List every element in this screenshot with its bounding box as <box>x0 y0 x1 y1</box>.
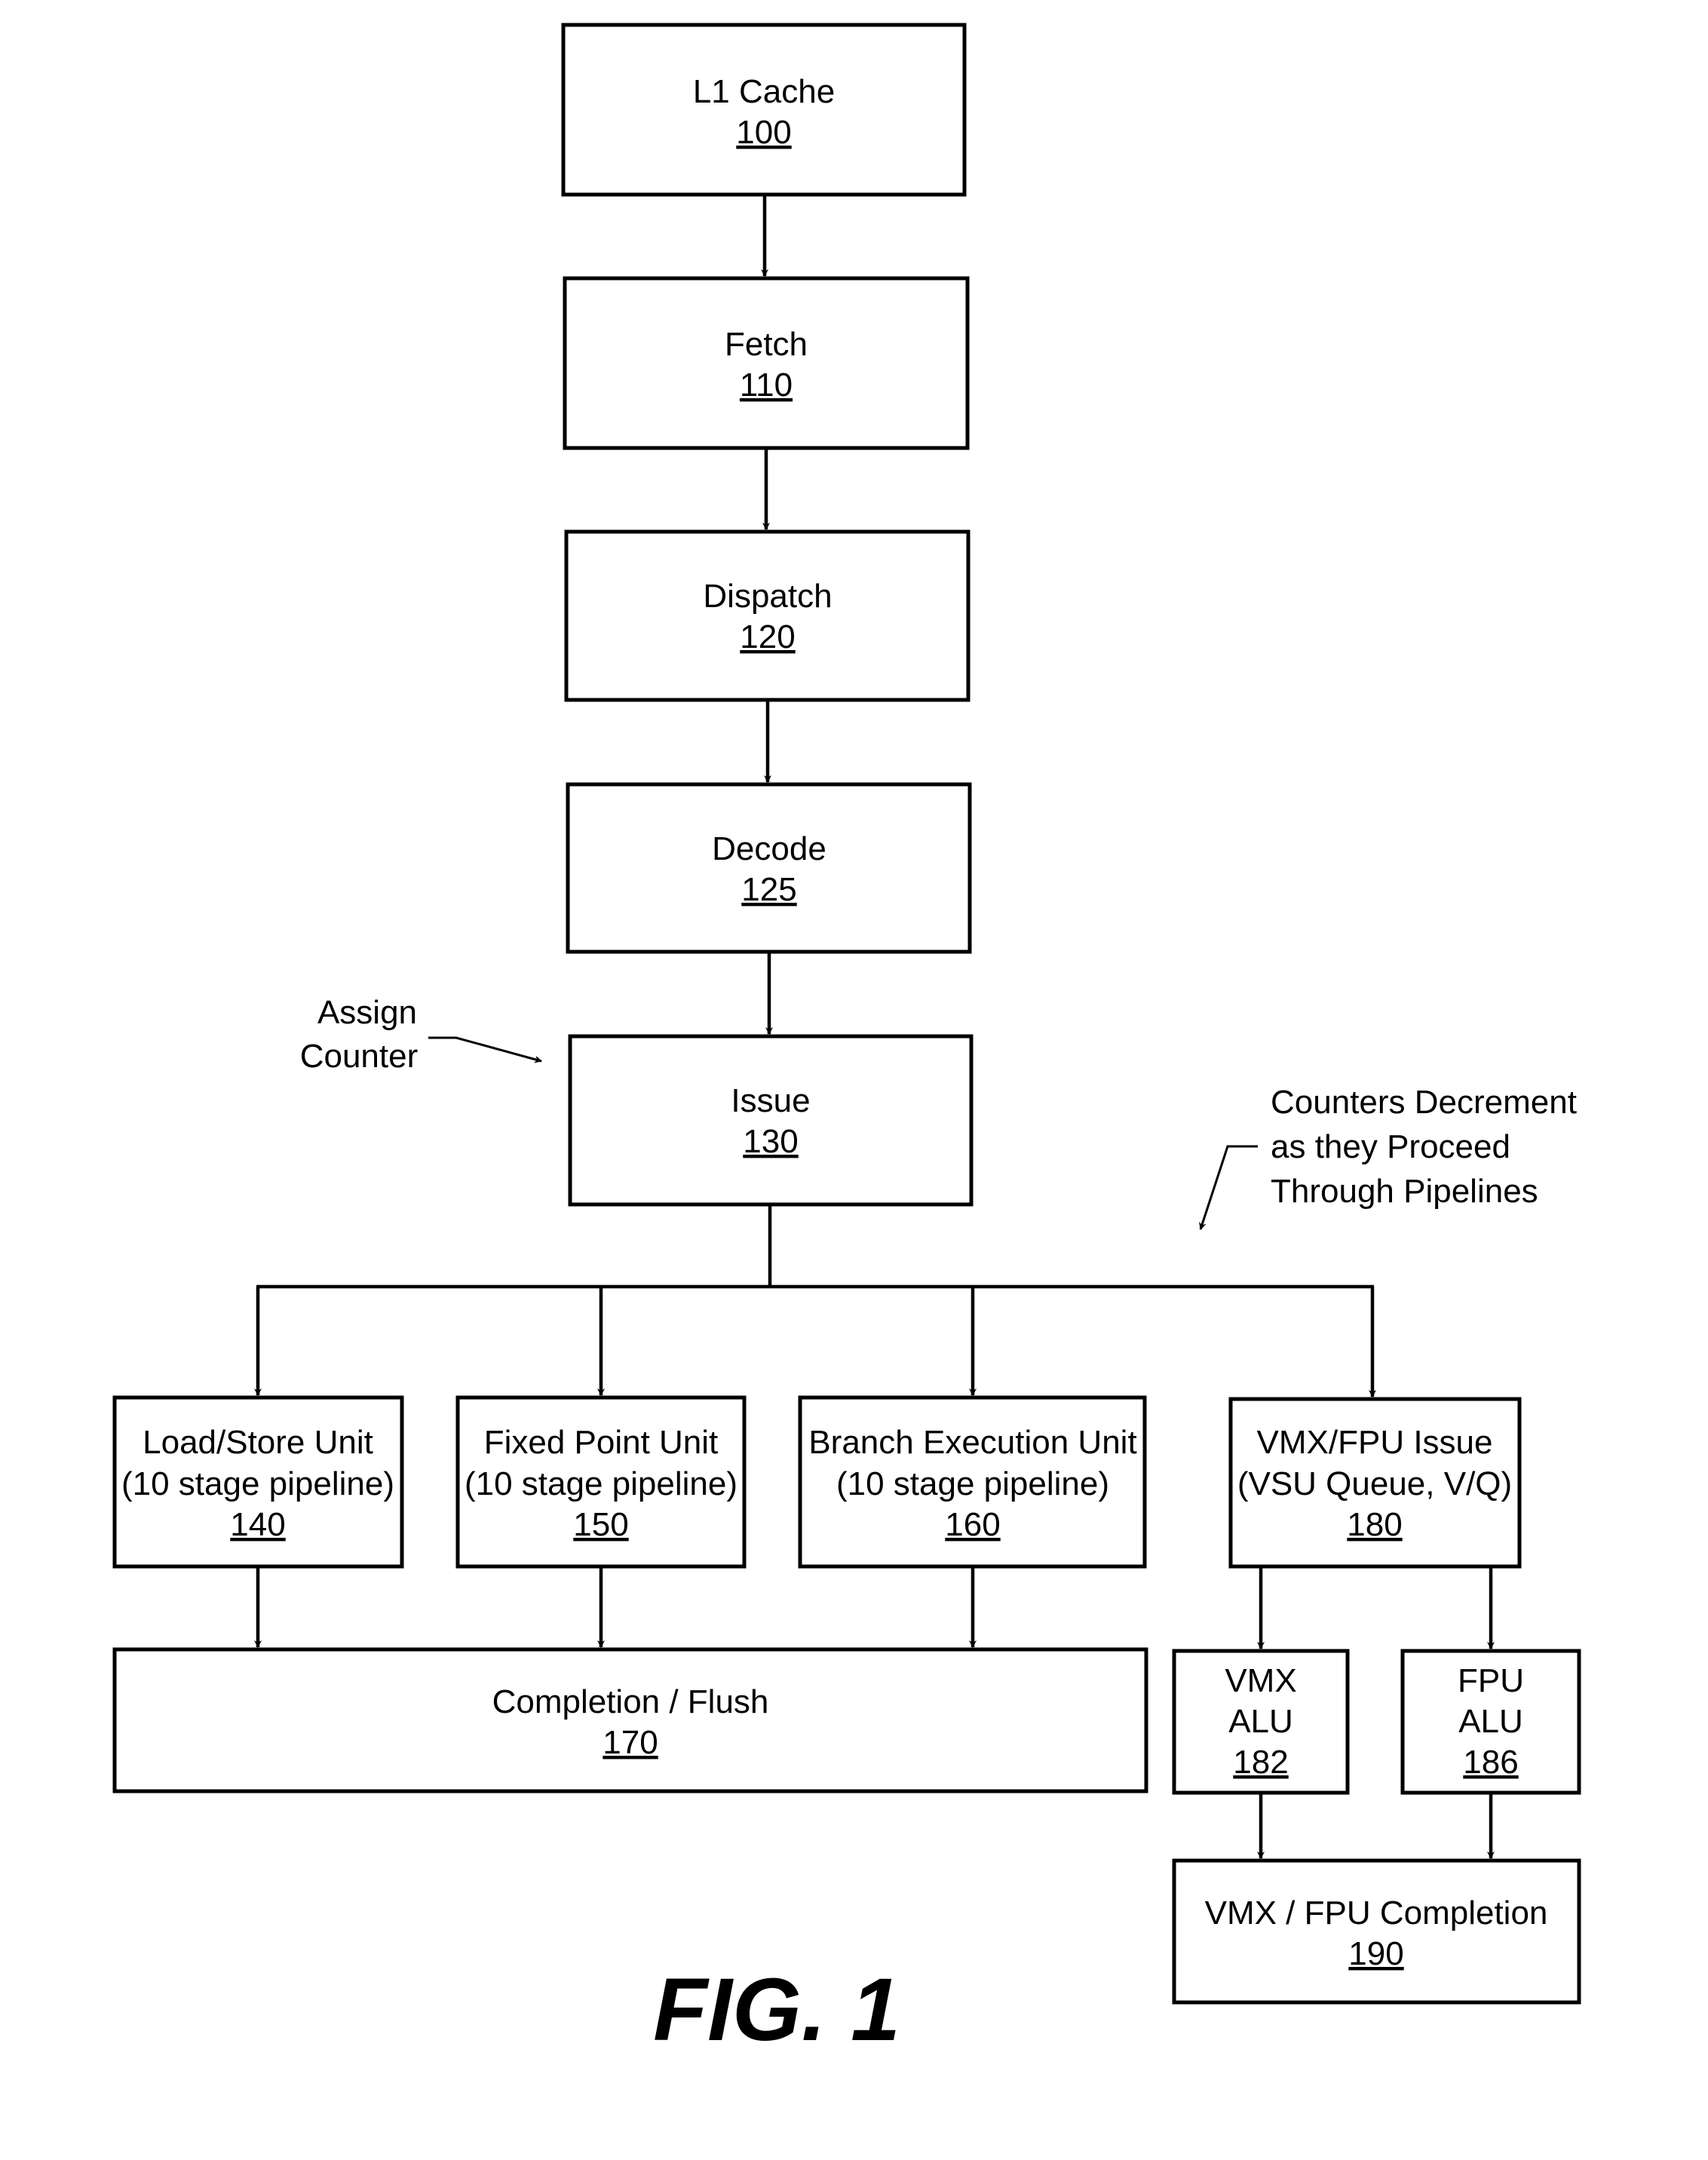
block-title: Branch Execution Unit <box>808 1424 1136 1461</box>
block-subtitle: ALU <box>1228 1703 1293 1740</box>
block-ref: 190 <box>1348 1935 1403 1972</box>
block-ref: 150 <box>573 1506 628 1543</box>
pipeline-diagram: L1 Cache 100 Fetch 110 Dispatch 120 Deco… <box>112 23 1581 2060</box>
block-title: VMX <box>1225 1662 1296 1699</box>
block-title: VMX / FPU Completion <box>1205 1895 1548 1931</box>
block-ref: 182 <box>1233 1744 1288 1781</box>
block-ref: 120 <box>740 618 795 655</box>
block-ref: 186 <box>1463 1744 1518 1781</box>
annotation-line: Through Pipelines <box>1271 1173 1538 1210</box>
block-vmx-fpu-completion: VMX / FPU Completion 190 <box>1172 1858 1581 2005</box>
block-vmx-alu: VMX ALU 182 <box>1172 1649 1350 1795</box>
block-ref: 100 <box>736 114 791 151</box>
block-ref: 140 <box>230 1506 285 1543</box>
block-dispatch: Dispatch 120 <box>564 529 971 702</box>
annotation-line: Counter <box>300 1038 419 1075</box>
annotation-assign-counter: Assign Counter <box>300 994 542 1075</box>
figure-label: FIG. 1 <box>653 1960 900 2060</box>
block-fetch: Fetch 110 <box>563 276 970 450</box>
block-title: VMX/FPU Issue <box>1257 1424 1493 1461</box>
block-subtitle: ALU <box>1458 1703 1523 1740</box>
block-title: Completion / Flush <box>492 1683 769 1720</box>
block-ref: 170 <box>603 1724 658 1761</box>
annotation-arrow <box>1199 1145 1258 1230</box>
annotation-arrow <box>428 1036 542 1063</box>
block-subtitle: (10 stage pipeline) <box>121 1465 394 1502</box>
block-title: Fixed Point Unit <box>484 1424 719 1461</box>
block-subtitle: (VSU Queue, V/Q) <box>1237 1465 1512 1502</box>
block-ref: 130 <box>743 1123 798 1160</box>
block-completion-flush: Completion / Flush 170 <box>112 1647 1148 1793</box>
block-title: FPU <box>1458 1662 1524 1699</box>
block-l1-cache: L1 Cache 100 <box>561 23 967 197</box>
block-vmx-fpu-issue: VMX/FPU Issue (VSU Queue, V/Q) 180 <box>1228 1397 1522 1569</box>
block-title: Decode <box>712 830 826 867</box>
block-title: Load/Store Unit <box>143 1424 373 1461</box>
annotation-line: Counters Decrement <box>1271 1084 1577 1121</box>
block-ref: 160 <box>945 1506 1000 1543</box>
block-ref: 110 <box>740 367 793 403</box>
block-load-store-unit: Load/Store Unit (10 stage pipeline) 140 <box>112 1395 404 1569</box>
annotation-line: Assign <box>317 994 417 1031</box>
block-title: Issue <box>731 1082 810 1119</box>
annotation-counters-decrement: Counters Decrement as they Proceed Throu… <box>1199 1084 1577 1230</box>
block-branch-execution-unit: Branch Execution Unit (10 stage pipeline… <box>798 1395 1147 1569</box>
block-title: Dispatch <box>703 578 832 615</box>
block-ref: 180 <box>1347 1506 1402 1543</box>
block-subtitle: (10 stage pipeline) <box>465 1465 737 1502</box>
annotation-line: as they Proceed <box>1271 1128 1510 1165</box>
block-issue: Issue 130 <box>568 1034 974 1207</box>
block-fpu-alu: FPU ALU 186 <box>1400 1649 1581 1795</box>
block-title: Fetch <box>725 326 808 363</box>
block-fixed-point-unit: Fixed Point Unit (10 stage pipeline) 150 <box>455 1395 747 1569</box>
block-title: L1 Cache <box>693 73 835 110</box>
block-subtitle: (10 stage pipeline) <box>836 1465 1109 1502</box>
block-decode: Decode 125 <box>566 782 972 954</box>
block-ref: 125 <box>741 871 796 908</box>
